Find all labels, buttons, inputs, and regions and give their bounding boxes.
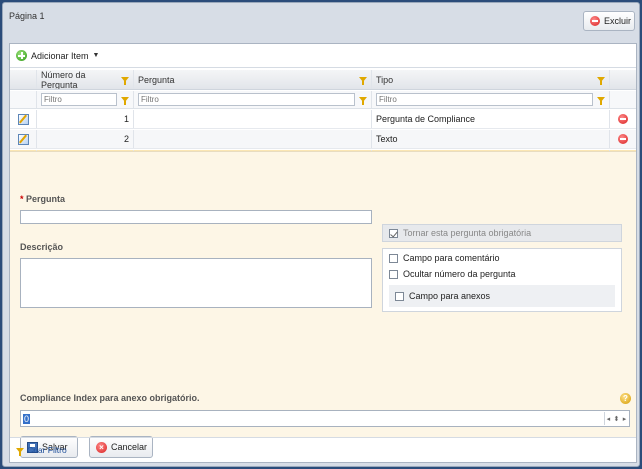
header-spacer (610, 70, 636, 89)
edit-icon[interactable] (17, 133, 29, 145)
filter-cell-question (134, 91, 372, 108)
question-edit-form: * Pergunta Descrição Tornar esta pergunt… (10, 151, 636, 458)
filter-input-type[interactable] (376, 93, 593, 106)
filter-spacer (610, 91, 636, 108)
column-header-label: Tipo (376, 74, 394, 85)
grid-footer: Criar Filtro (10, 437, 636, 462)
grid-header: Número da Pergunta Pergunta Tipo (10, 70, 636, 90)
required-mark: * (20, 194, 24, 204)
create-filter-link[interactable]: Criar Filtro (27, 445, 67, 455)
mandatory-checkbox[interactable] (389, 228, 398, 238)
compliance-input[interactable]: 0 ◂ ⬍ ▸ (20, 410, 630, 427)
attachments-box: Campo para anexos (389, 285, 615, 307)
mandatory-checkbox-row: Tornar esta pergunta obrigatória (389, 228, 531, 238)
hide-number-checkbox[interactable] (389, 269, 398, 279)
row-question (134, 110, 372, 128)
filter-icon[interactable] (597, 97, 605, 105)
delete-button-label: Excluir (604, 16, 632, 26)
row-number: 1 (37, 110, 134, 128)
comment-checkbox[interactable] (389, 253, 398, 263)
filter-spacer (10, 91, 37, 108)
row-question (134, 130, 372, 148)
spinner-right-icon[interactable]: ▸ (623, 415, 627, 423)
delete-row-icon[interactable] (618, 134, 628, 144)
column-header-number[interactable]: Número da Pergunta (37, 70, 134, 89)
attachments-checkbox[interactable] (395, 291, 404, 301)
table-row[interactable]: 1 Pergunta de Compliance (10, 110, 636, 129)
filter-cell-number (37, 91, 134, 108)
comment-label: Campo para comentário (403, 253, 500, 263)
add-item-button[interactable]: Adicionar Item (31, 51, 89, 61)
filter-icon[interactable] (359, 97, 367, 105)
number-spinner[interactable]: ◂ ⬍ ▸ (604, 412, 628, 425)
spinner-updown-icon[interactable]: ⬍ (614, 415, 620, 423)
comment-option: Campo para comentário (389, 253, 500, 263)
page-title: Página 1 (9, 11, 45, 21)
compliance-value: 0 (23, 413, 31, 424)
description-textarea[interactable] (20, 258, 372, 308)
question-label-text: Pergunta (26, 194, 66, 204)
spinner-left-icon[interactable]: ◂ (607, 415, 611, 423)
edit-icon[interactable] (17, 113, 29, 125)
description-label: Descrição (20, 242, 64, 252)
filter-icon[interactable] (359, 77, 367, 85)
options-box: Campo para comentário Ocultar número da … (382, 248, 622, 312)
toolbar: Adicionar Item ▼ (10, 44, 636, 68)
row-number: 2 (37, 130, 134, 148)
filter-icon[interactable] (121, 97, 129, 105)
delete-icon (590, 16, 600, 26)
mandatory-option: Tornar esta pergunta obrigatória (382, 224, 622, 242)
help-icon[interactable]: ? (620, 393, 631, 404)
filter-input-number[interactable] (41, 93, 117, 106)
column-header-label: Número da Pergunta (41, 70, 86, 89)
edit-cell (10, 130, 37, 148)
filter-icon[interactable] (597, 77, 605, 85)
page-frame: Página 1 Excluir Adicionar Item ▼ Número… (2, 2, 640, 467)
delete-cell (610, 130, 636, 148)
chevron-down-icon[interactable]: ▼ (93, 52, 100, 59)
edit-cell (10, 110, 37, 128)
delete-row-icon[interactable] (618, 114, 628, 124)
mandatory-label: Tornar esta pergunta obrigatória (403, 228, 532, 238)
row-type: Pergunta de Compliance (372, 110, 610, 128)
row-type: Texto (372, 130, 610, 148)
attachments-label: Campo para anexos (409, 291, 491, 301)
column-header-question[interactable]: Pergunta (134, 70, 372, 89)
column-header-type[interactable]: Tipo (372, 70, 610, 89)
column-header-label: Pergunta (138, 74, 175, 85)
filter-cell-type (372, 91, 610, 108)
hide-number-option: Ocultar número da pergunta (389, 269, 516, 279)
attachments-option: Campo para anexos (395, 291, 490, 301)
delete-cell (610, 110, 636, 128)
table-row[interactable]: 2 Texto (10, 130, 636, 149)
filter-icon[interactable] (121, 77, 129, 85)
question-input[interactable] (20, 210, 372, 224)
filter-row (10, 91, 636, 109)
delete-button[interactable]: Excluir (583, 11, 635, 31)
questions-panel: Adicionar Item ▼ Número da Pergunta Perg… (9, 43, 637, 463)
add-icon[interactable] (16, 50, 27, 61)
hide-number-label: Ocultar número da pergunta (403, 269, 516, 279)
filter-icon (16, 447, 24, 456)
compliance-label: Compliance Index para anexo obrigatório. (20, 393, 200, 403)
filter-input-question[interactable] (138, 93, 355, 106)
question-label: * Pergunta (20, 194, 65, 204)
header-spacer (10, 70, 37, 89)
